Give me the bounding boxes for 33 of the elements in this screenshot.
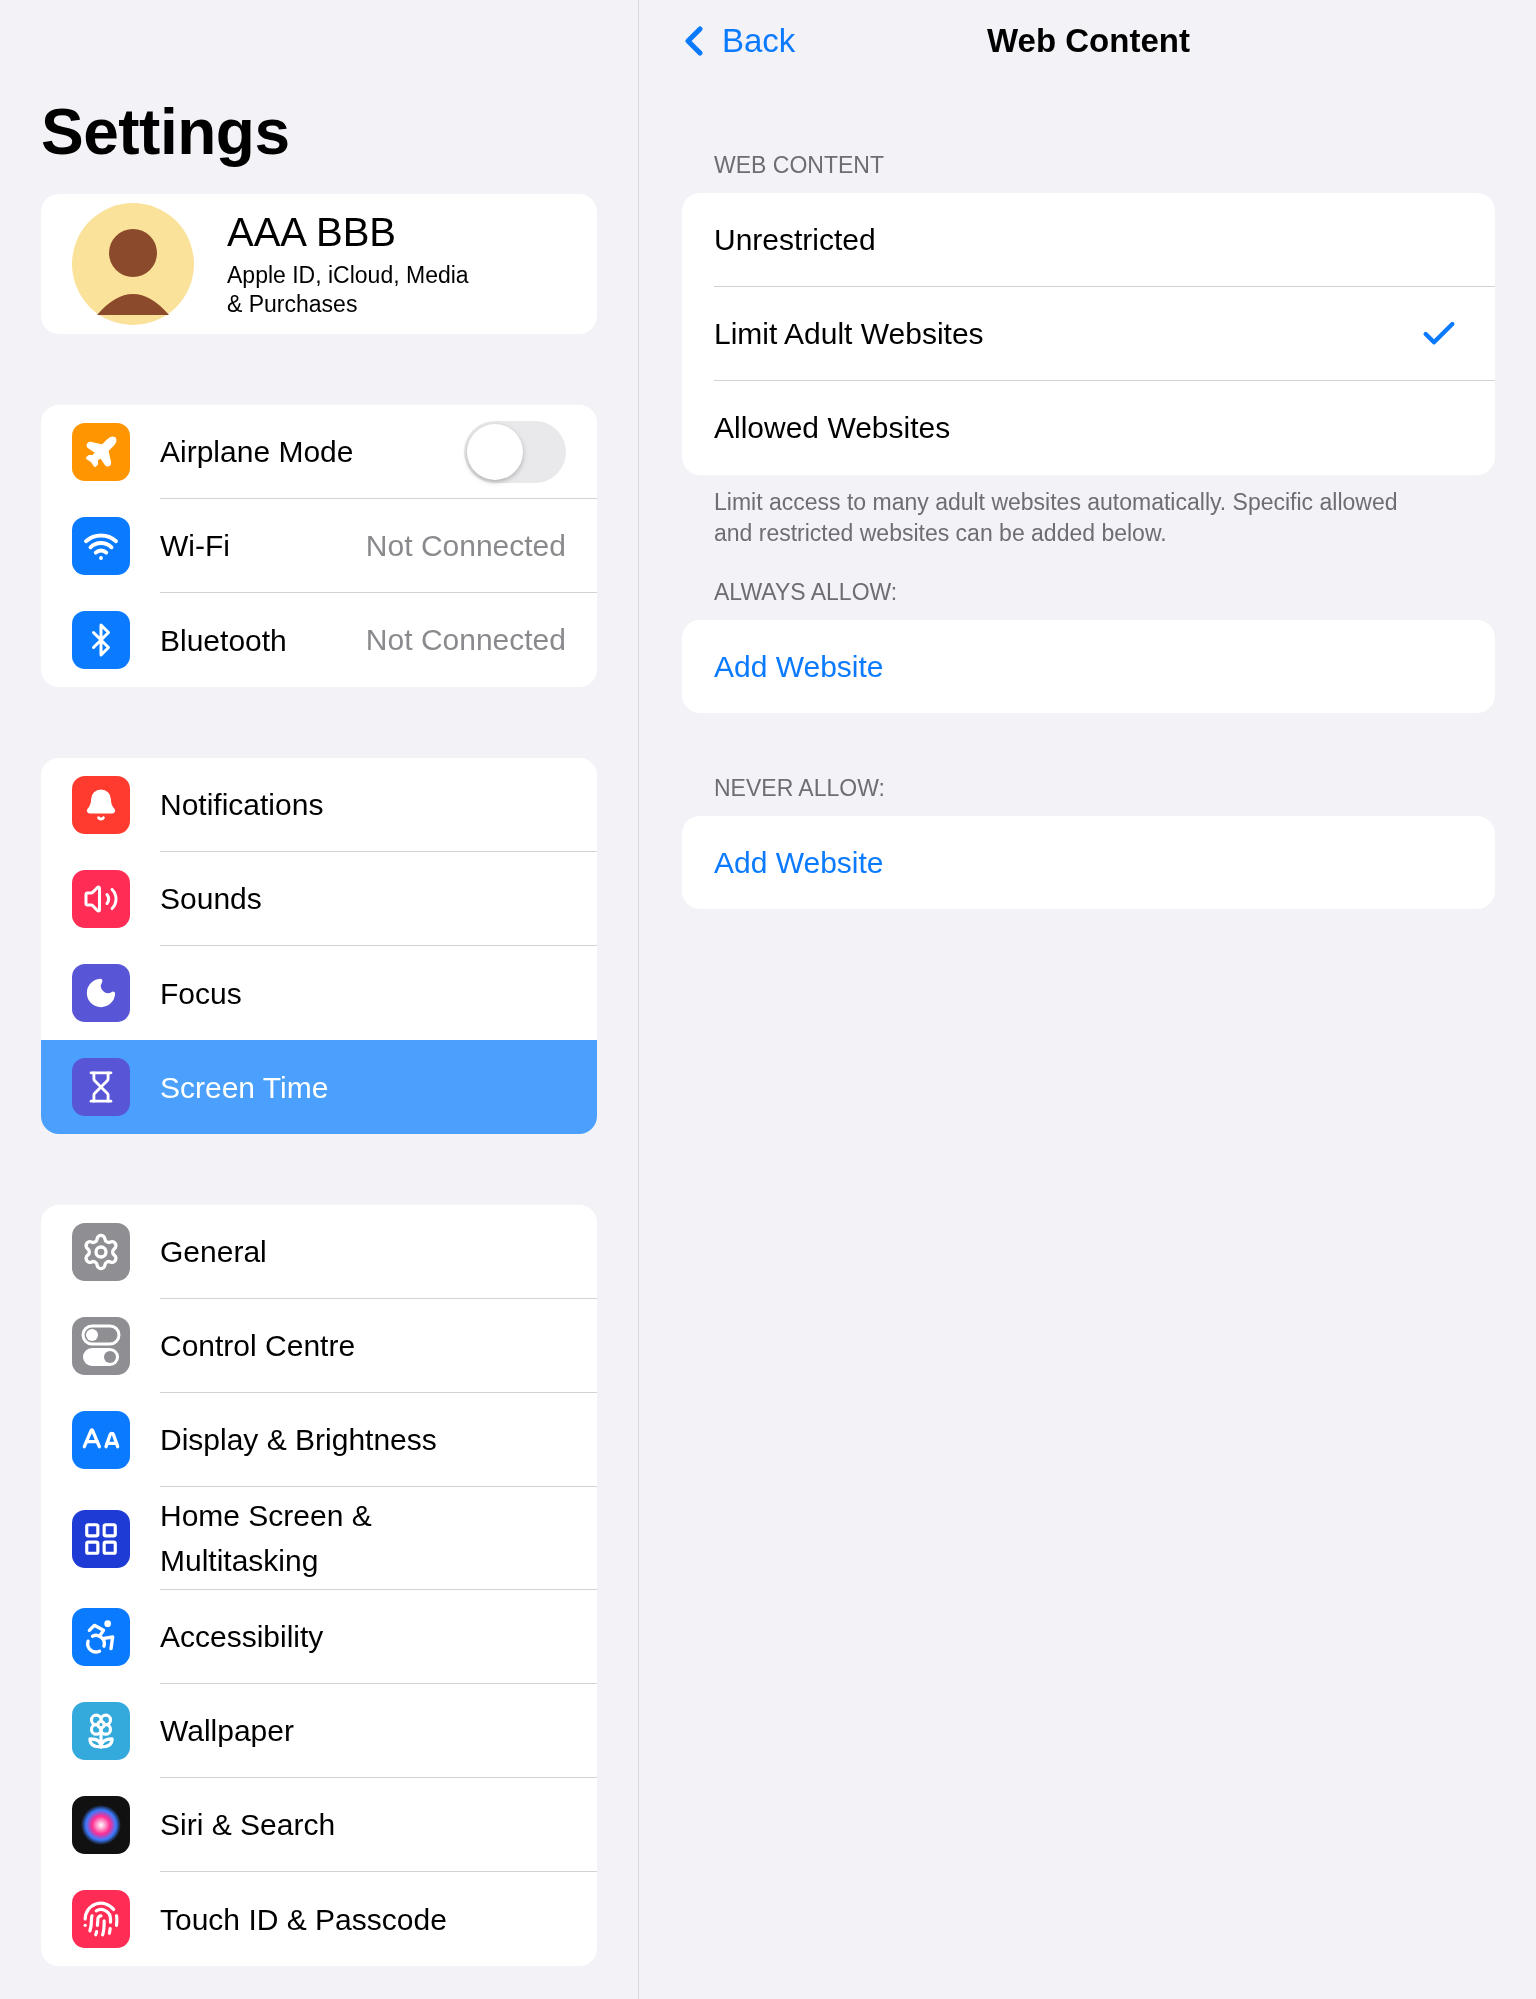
toggle-switch[interactable]	[464, 420, 566, 483]
orb-icon	[72, 1796, 130, 1854]
bell-icon	[72, 776, 130, 834]
page-title: Web Content	[987, 22, 1190, 60]
profile-card[interactable]: AAA BBB Apple ID, iCloud, Media & Purchases	[41, 194, 597, 334]
option-row[interactable]: Unrestricted	[682, 193, 1495, 287]
option-row[interactable]: Allowed Websites	[682, 381, 1495, 475]
back-button[interactable]: Back	[670, 17, 796, 65]
section-header: NEVER ALLOW:	[713, 774, 886, 804]
gear-icon	[72, 1223, 130, 1281]
profile-name: AAA BBB	[227, 209, 397, 255]
avatar-icon	[72, 203, 194, 325]
add-website-link[interactable]: Add Website	[714, 845, 884, 880]
hourglass-icon	[72, 1058, 130, 1116]
grid-icon	[72, 1509, 130, 1568]
option-row[interactable]: Limit Adult Websites	[682, 287, 1495, 381]
footer-note: Limit access to many adult websites automatically. Specific allowed and restricted websites can be added below.	[713, 488, 1399, 549]
add-website-link[interactable]: Add Website	[714, 649, 884, 684]
fingerprint-icon	[72, 1890, 130, 1948]
flower-icon	[72, 1702, 130, 1760]
letters-icon	[72, 1411, 130, 1469]
airplane-icon	[72, 423, 130, 481]
profile-subtitle: Apple ID, iCloud, Media & Purchases	[227, 260, 469, 319]
moon-icon	[72, 964, 130, 1022]
section-header: WEB CONTENT	[713, 151, 885, 180]
status-value: Not Connected	[365, 528, 566, 563]
section-header: ALWAYS ALLOW:	[713, 578, 899, 608]
wifi-icon	[72, 517, 130, 575]
switches-icon	[72, 1317, 130, 1375]
status-value: Not Connected	[365, 623, 566, 657]
accessibility-icon	[72, 1608, 130, 1666]
bluetooth-icon	[72, 611, 130, 669]
speaker-icon	[72, 870, 130, 928]
